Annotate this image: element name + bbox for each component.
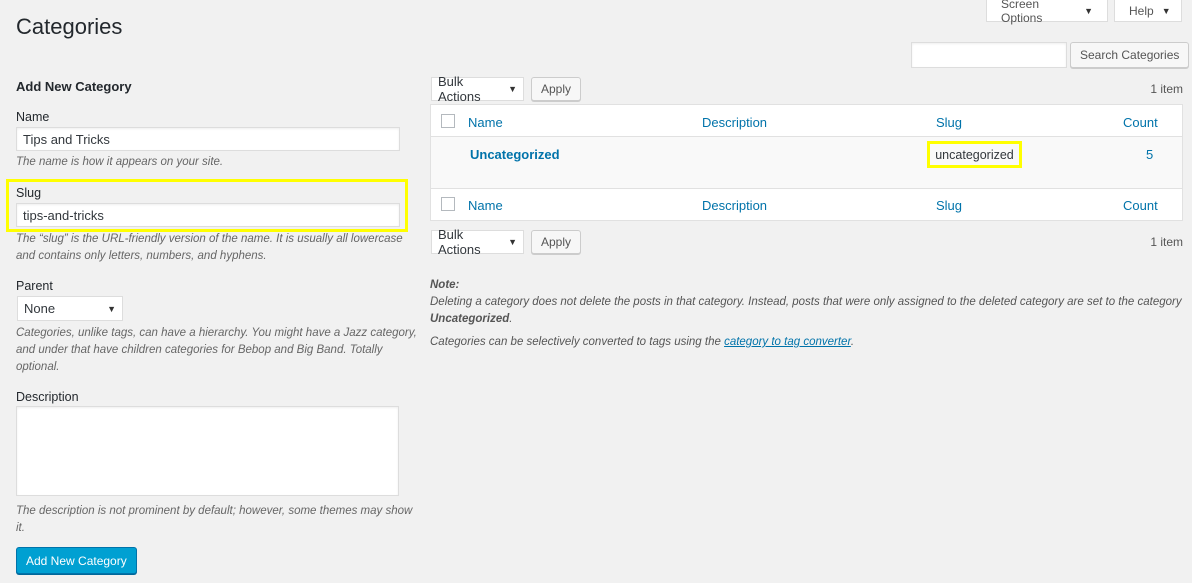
category-to-tag-converter-link[interactable]: category to tag converter [724,336,851,348]
note-title: Note: [430,279,460,291]
table-footer: Name Description Slug Count [431,189,1182,221]
slug-help-line: The “slug” is the URL-friendly version o… [16,233,403,245]
screen-options-label: Screen Options [1001,0,1043,25]
name-help: The name is how it appears on your site. [16,156,224,168]
description-help: The description is not prominent by defa… [16,503,412,537]
parent-help-line: and under that have children categories … [16,344,383,356]
apply-button-bottom[interactable]: Apply [531,230,582,254]
select-all-checkbox[interactable] [441,114,455,128]
slug-help-line: and contains only letters, numbers, and … [16,250,267,262]
item-count-bottom: 1 item [1150,235,1183,249]
categories-table: Name Description Slug Count Uncategorize… [430,104,1183,221]
caret-down-icon: ▼ [107,303,116,314]
screen-options-button[interactable]: Screen Options ▼ [986,0,1108,25]
table-row: Uncategorized uncategorized 5 [431,137,1182,189]
table-header: Name Description Slug Count [431,105,1182,137]
name-input[interactable]: Tips and Tricks [16,127,400,151]
convert-text: Categories can be selectively converted … [430,334,1185,351]
column-description[interactable]: Description [702,115,767,130]
description-label: Description [16,390,79,404]
parent-label: Parent [16,279,53,293]
description-textarea[interactable] [16,406,399,496]
category-name-link[interactable]: Uncategorized [470,147,560,162]
item-count: 1 item [1150,82,1183,96]
note-section: Note: Deleting a category does not delet… [430,277,1185,351]
add-new-category-button[interactable]: Add New Category [16,547,137,574]
column-name[interactable]: Name [468,198,503,213]
caret-down-icon: ▼ [1161,5,1171,16]
parent-help: Categories, unlike tags, can have a hier… [16,325,417,376]
column-slug[interactable]: Slug [936,115,962,130]
convert-end: . [850,336,855,348]
select-all-checkbox[interactable] [441,197,455,211]
note-body: Deleting a category does not delete the … [430,296,1182,308]
apply-button[interactable]: Apply [531,77,582,101]
note-bold: Uncategorized [430,313,510,325]
help-label: Help [1129,3,1154,18]
slug-input[interactable]: tips-and-tricks [16,203,400,227]
parent-value: None [24,301,56,316]
caret-down-icon: ▼ [508,84,517,94]
bulk-actions-value: Bulk Actions [438,227,481,257]
description-help-line: it. [16,522,25,534]
bulk-actions-select-bottom[interactable]: Bulk Actions ▼ [431,227,524,257]
bulk-actions-select[interactable]: Bulk Actions ▼ [431,74,524,104]
form-heading: Add New Category [16,79,132,94]
column-name[interactable]: Name [468,115,503,130]
description-help-line: The description is not prominent by defa… [16,505,413,517]
parent-help-line: Categories, unlike tags, can have a hier… [16,327,417,339]
category-count-link[interactable]: 5 [1146,147,1153,162]
page-title: Categories [16,14,123,39]
column-count[interactable]: Count [1123,115,1158,130]
parent-select[interactable]: None ▼ [17,296,123,321]
name-label: Name [16,110,50,124]
bulk-actions-value: Bulk Actions [438,74,481,104]
column-description[interactable]: Description [702,198,767,213]
search-categories-button[interactable]: Search Categories [1070,42,1190,68]
convert-prefix: Categories can be selectively converted … [430,336,725,348]
help-button[interactable]: Help ▼ [1114,0,1182,22]
column-count[interactable]: Count [1123,198,1158,213]
search-input[interactable] [911,42,1067,68]
column-slug[interactable]: Slug [936,198,962,213]
slug-help: The “slug” is the URL-friendly version o… [16,231,403,265]
caret-down-icon: ▼ [1084,5,1093,16]
slug-label: Slug [16,186,42,200]
parent-help-line: optional. [16,361,60,373]
note-period: . [509,313,513,325]
caret-down-icon: ▼ [508,237,517,247]
note-text: Deleting a category does not delete the … [430,294,1185,328]
category-slug: uncategorized [927,141,1022,168]
